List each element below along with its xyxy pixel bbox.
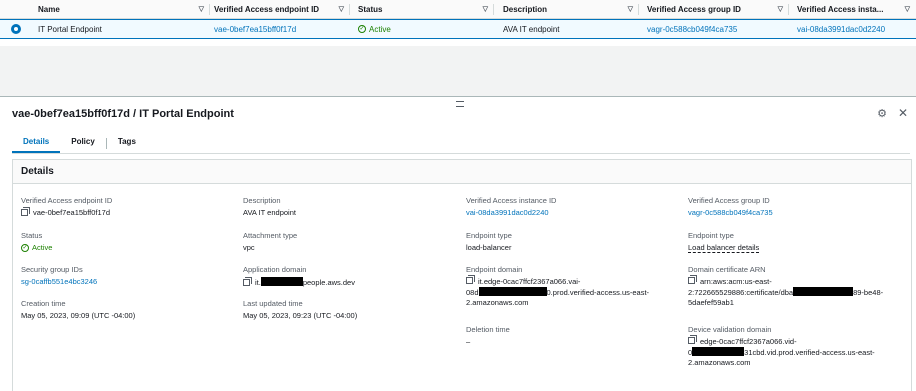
endpoints-table: Name ▽ Verified Access endpoint ID ▽ Sta… — [0, 0, 916, 46]
row-instance-id-link[interactable]: vai-08da3991dac0d2240 — [789, 20, 916, 38]
row-description: AVA IT endpoint — [503, 24, 560, 34]
field-last-updated-time: Last updated time May 05, 2023, 09:23 (U… — [243, 299, 358, 320]
sort-icon[interactable]: ▽ — [905, 5, 910, 13]
check-circle-icon: ✓ — [358, 25, 366, 33]
copy-icon[interactable] — [243, 277, 252, 286]
field-endpoint-domain: Endpoint domain it.edge-0cac7ffcf2367a06… — [466, 265, 650, 307]
settings-icon[interactable]: ⚙ — [876, 108, 888, 120]
field-application-domain: Application domain it. people.aws.dev — [243, 265, 355, 287]
field-group-id: Verified Access group ID vagr-0c588cb049… — [688, 196, 903, 218]
sort-icon[interactable]: ▽ — [778, 5, 783, 13]
column-header-group-id[interactable]: Verified Access group ID ▽ — [639, 0, 789, 19]
field-security-groups: Security group IDs sg-0caffb551e4bc3246 — [21, 265, 236, 287]
split-panel: vae-0bef7ea15bff0f17d / IT Portal Endpoi… — [0, 96, 916, 391]
field-endpoint-type: Endpoint type load-balancer — [466, 231, 512, 252]
instance-id-link[interactable]: vai-08da3991dac0d2240 — [466, 208, 681, 218]
copy-icon[interactable] — [688, 335, 697, 344]
radio-selected-icon[interactable] — [11, 24, 21, 34]
drag-handle-icon[interactable] — [456, 101, 464, 107]
column-header-status[interactable]: Status ▽ — [350, 0, 494, 19]
field-domain-certificate: Domain certificate ARN arn:aws:acm:us-ea… — [688, 265, 884, 307]
column-header-description[interactable]: Description ▽ — [495, 0, 639, 19]
row-endpoint-id-link[interactable]: vae-0bef7ea15bff0f17d — [206, 20, 350, 38]
tab-policy[interactable]: Policy — [60, 131, 106, 153]
redaction-block — [478, 287, 547, 296]
redaction-block — [260, 277, 303, 286]
tab-details[interactable]: Details — [12, 131, 61, 153]
close-icon[interactable]: ✕ — [897, 107, 909, 119]
copy-icon[interactable] — [688, 275, 697, 284]
check-circle-icon: ✓ — [21, 244, 29, 252]
column-header-name[interactable]: Name ▽ — [30, 0, 210, 19]
field-description: Description AVA IT endpoint — [243, 196, 296, 217]
field-device-validation-domain: Device validation domain edge-0cac7ffcf2… — [688, 325, 875, 367]
field-endpoint-id: Verified Access endpoint ID vae-0bef7ea1… — [21, 196, 113, 217]
group-id-link[interactable]: vagr-0c588cb049f4ca735 — [688, 208, 903, 218]
sort-icon[interactable]: ▽ — [339, 5, 344, 13]
column-header-instance-id[interactable]: Verified Access insta... ▽ — [789, 0, 916, 19]
details-container: Details Verified Access endpoint ID vae-… — [12, 159, 912, 391]
field-creation-time: Creation time May 05, 2023, 09:09 (UTC -… — [21, 299, 136, 320]
sort-icon[interactable]: ▽ — [628, 5, 633, 13]
page-title: vae-0bef7ea15bff0f17d / IT Portal Endpoi… — [12, 108, 234, 120]
tab-tags[interactable]: Tags — [107, 131, 147, 153]
column-header-endpoint-id[interactable]: Verified Access endpoint ID ▽ — [206, 0, 350, 19]
table-header: Name ▽ Verified Access endpoint ID ▽ Sta… — [0, 0, 916, 19]
table-empty-area — [0, 46, 916, 96]
redaction-block — [692, 347, 745, 356]
tab-list: Details Policy Tags — [12, 131, 147, 153]
sort-icon[interactable]: ▽ — [483, 5, 488, 13]
table-row[interactable]: IT Portal Endpoint vae-0bef7ea15bff0f17d… — [0, 19, 916, 39]
copy-icon[interactable] — [21, 207, 30, 216]
load-balancer-details-popover[interactable]: Load balancer details — [688, 243, 760, 253]
row-name: IT Portal Endpoint — [38, 24, 102, 34]
security-group-link[interactable]: sg-0caffb551e4bc3246 — [21, 277, 236, 287]
field-endpoint-type-details: Endpoint type Load balancer details — [688, 231, 760, 253]
copy-icon[interactable] — [466, 275, 475, 284]
field-attachment-type: Attachment type vpc — [243, 231, 298, 252]
row-group-id-link[interactable]: vagr-0c588cb049f4ca735 — [639, 20, 789, 38]
redaction-block — [793, 287, 854, 296]
field-instance-id: Verified Access instance ID vai-08da3991… — [466, 196, 681, 218]
field-status: Status ✓ Active — [21, 231, 53, 252]
field-deletion-time: Deletion time – — [466, 325, 510, 346]
section-title: Details — [21, 166, 54, 177]
sort-icon[interactable]: ▽ — [199, 5, 204, 13]
row-status: ✓ Active — [358, 24, 391, 34]
